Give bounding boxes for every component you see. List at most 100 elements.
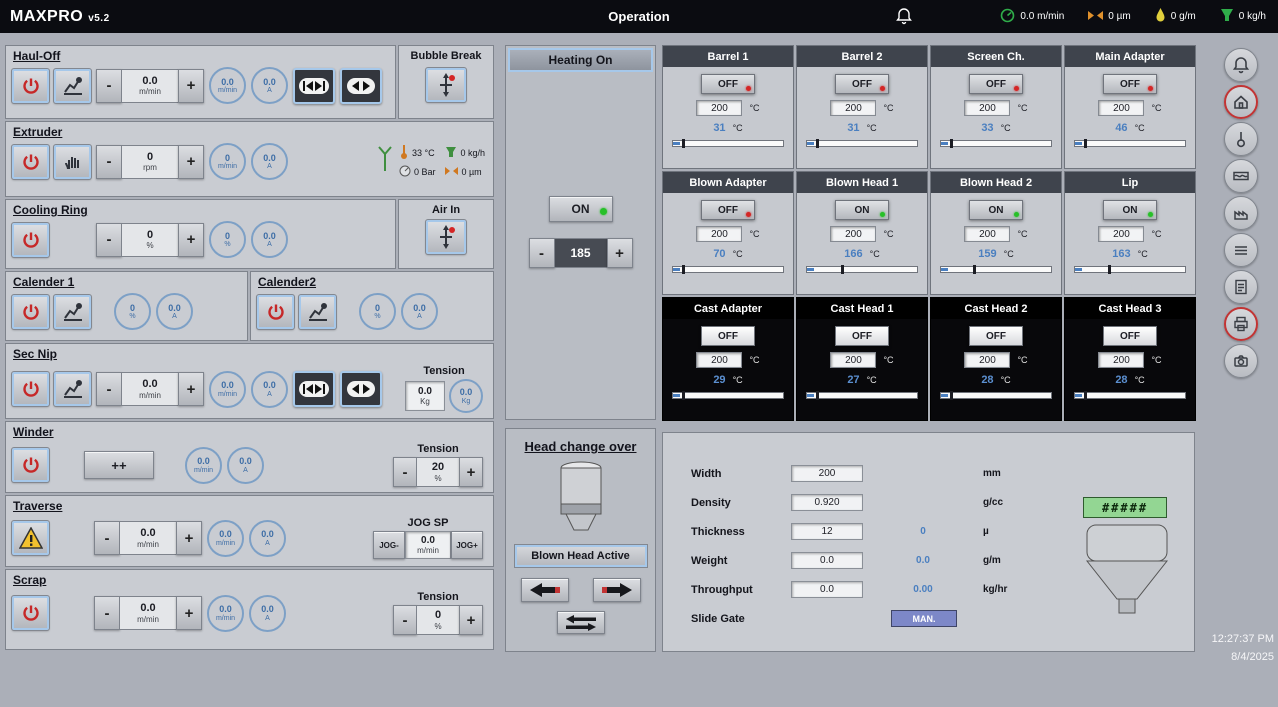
plus-button[interactable]: + [176,521,202,555]
param-input[interactable]: 200 [791,465,863,482]
zone-actual-temp: 28 [981,374,993,386]
zone-power-button[interactable]: OFF [701,200,755,220]
zone-setpoint-input[interactable]: 200 [964,100,1010,116]
winder-power-button[interactable] [12,448,49,482]
setpoint-field[interactable]: 0.0m/min [120,521,176,555]
nip-open-toggle[interactable] [340,371,382,407]
calender2-power-button[interactable] [257,295,294,329]
extruder-manual-mode-button[interactable] [54,145,91,179]
traverse-warning-button[interactable] [12,521,49,555]
minus-button[interactable]: - [94,596,120,630]
calender1-jog-button[interactable] [54,295,91,329]
cooling-ring-panel: Cooling Ring - 0% + 0% 0.0A [5,199,396,269]
nav-machine-icon[interactable] [1224,159,1258,193]
head-move-left-button[interactable] [521,578,569,602]
zone-power-button[interactable]: OFF [969,74,1023,94]
zone-power-button[interactable]: OFF [969,326,1023,346]
head-swap-button[interactable] [557,611,605,634]
nip-open-toggle[interactable] [340,68,382,104]
heating-on-button[interactable]: ON [549,196,613,222]
nav-home-icon[interactable] [1224,85,1258,119]
zone-setpoint-input[interactable]: 200 [1098,352,1144,368]
scrap-power-button[interactable] [12,596,49,630]
heating-on-header[interactable]: Heating On [508,48,653,72]
param-input[interactable]: 0.920 [791,494,863,511]
zone-power-button[interactable]: ON [1103,200,1157,220]
plus-button[interactable]: + [178,69,204,103]
zone-power-button[interactable]: OFF [835,74,889,94]
setpoint-field[interactable]: 0rpm [122,145,178,179]
plus-button[interactable]: + [176,596,202,630]
haul-off-power-button[interactable] [12,69,49,103]
nav-print-icon[interactable] [1224,307,1258,341]
nip-close-toggle[interactable] [293,371,335,407]
plus-button[interactable]: + [178,372,204,406]
calender1-power-button[interactable] [12,295,49,329]
plus-button[interactable]: + [607,238,633,268]
tension-setpoint-field[interactable]: 0.0Kg [405,381,445,411]
param-input[interactable]: 0.0 [791,552,863,569]
plus-button[interactable]: + [178,223,204,257]
zone-power-button[interactable]: OFF [701,326,755,346]
zone-power-button[interactable]: ON [969,200,1023,220]
setpoint-field[interactable]: 0% [122,223,178,257]
nip-close-toggle[interactable] [293,68,335,104]
zone-setpoint-input[interactable]: 200 [830,352,876,368]
nav-camera-icon[interactable] [1224,344,1258,378]
zone-setpoint-input[interactable]: 200 [696,226,742,242]
zone-setpoint-input[interactable]: 200 [1098,100,1144,116]
plus-button[interactable]: + [459,605,483,635]
extruder-power-button[interactable] [12,145,49,179]
zone-power-button[interactable]: OFF [1103,74,1157,94]
minus-button[interactable]: - [393,457,417,487]
minus-button[interactable]: - [96,69,122,103]
sec-nip-jog-button[interactable] [54,372,91,406]
nav-plant-icon[interactable] [1224,196,1258,230]
zone-setpoint-input[interactable]: 200 [964,226,1010,242]
winder-increment-button[interactable]: ++ [84,451,154,479]
setpoint-field[interactable]: 0.0m/min [120,596,176,630]
nav-alarm-bell-icon[interactable] [1224,48,1258,82]
heating-setpoint-field[interactable]: 185 [555,238,607,268]
jog-speed-field[interactable]: 0.0m/min [405,531,451,559]
sec-nip-power-button[interactable] [12,372,49,406]
param-input[interactable]: 12 [791,523,863,540]
zone-setpoint-input[interactable]: 200 [1098,226,1144,242]
plus-button[interactable]: + [178,145,204,179]
zone-power-button[interactable]: OFF [835,326,889,346]
zone-setpoint-input[interactable]: 200 [830,100,876,116]
cooling-ring-power-button[interactable] [12,223,49,257]
minus-button[interactable]: - [393,605,417,635]
zone-setpoint-input[interactable]: 200 [830,226,876,242]
haul-off-jog-button[interactable] [54,69,91,103]
nav-temperature-icon[interactable] [1224,122,1258,156]
head-move-right-button[interactable] [593,578,641,602]
jog-plus-button[interactable]: JOG+ [451,531,483,559]
plus-button[interactable]: + [459,457,483,487]
param-input[interactable]: 0.0 [791,581,863,598]
slide-gate-mode-button[interactable]: MAN. [891,610,957,627]
minus-button[interactable]: - [96,145,122,179]
nav-reports-icon[interactable] [1224,270,1258,304]
calender2-jog-button[interactable] [299,295,336,329]
blown-head-active-button[interactable]: Blown Head Active [515,545,647,567]
zone-power-button[interactable]: OFF [701,74,755,94]
setpoint-field[interactable]: 0.0m/min [122,69,178,103]
minus-button[interactable]: - [96,223,122,257]
jog-minus-button[interactable]: JOG- [373,531,405,559]
zone-power-button[interactable]: ON [835,200,889,220]
air-in-valve-button[interactable] [426,220,466,254]
tension-setpoint-field[interactable]: 0% [417,605,459,635]
minus-button[interactable]: - [96,372,122,406]
alarm-bell-icon[interactable] [895,7,913,30]
minus-button[interactable]: - [94,521,120,555]
zone-setpoint-input[interactable]: 200 [696,100,742,116]
zone-setpoint-input[interactable]: 200 [964,352,1010,368]
minus-button[interactable]: - [529,238,555,268]
zone-power-button[interactable]: OFF [1103,326,1157,346]
tension-setpoint-field[interactable]: 20% [417,457,459,487]
setpoint-field[interactable]: 0.0m/min [122,372,178,406]
zone-setpoint-input[interactable]: 200 [696,352,742,368]
nav-recipes-icon[interactable] [1224,233,1258,267]
bubble-break-valve-button[interactable] [426,68,466,102]
